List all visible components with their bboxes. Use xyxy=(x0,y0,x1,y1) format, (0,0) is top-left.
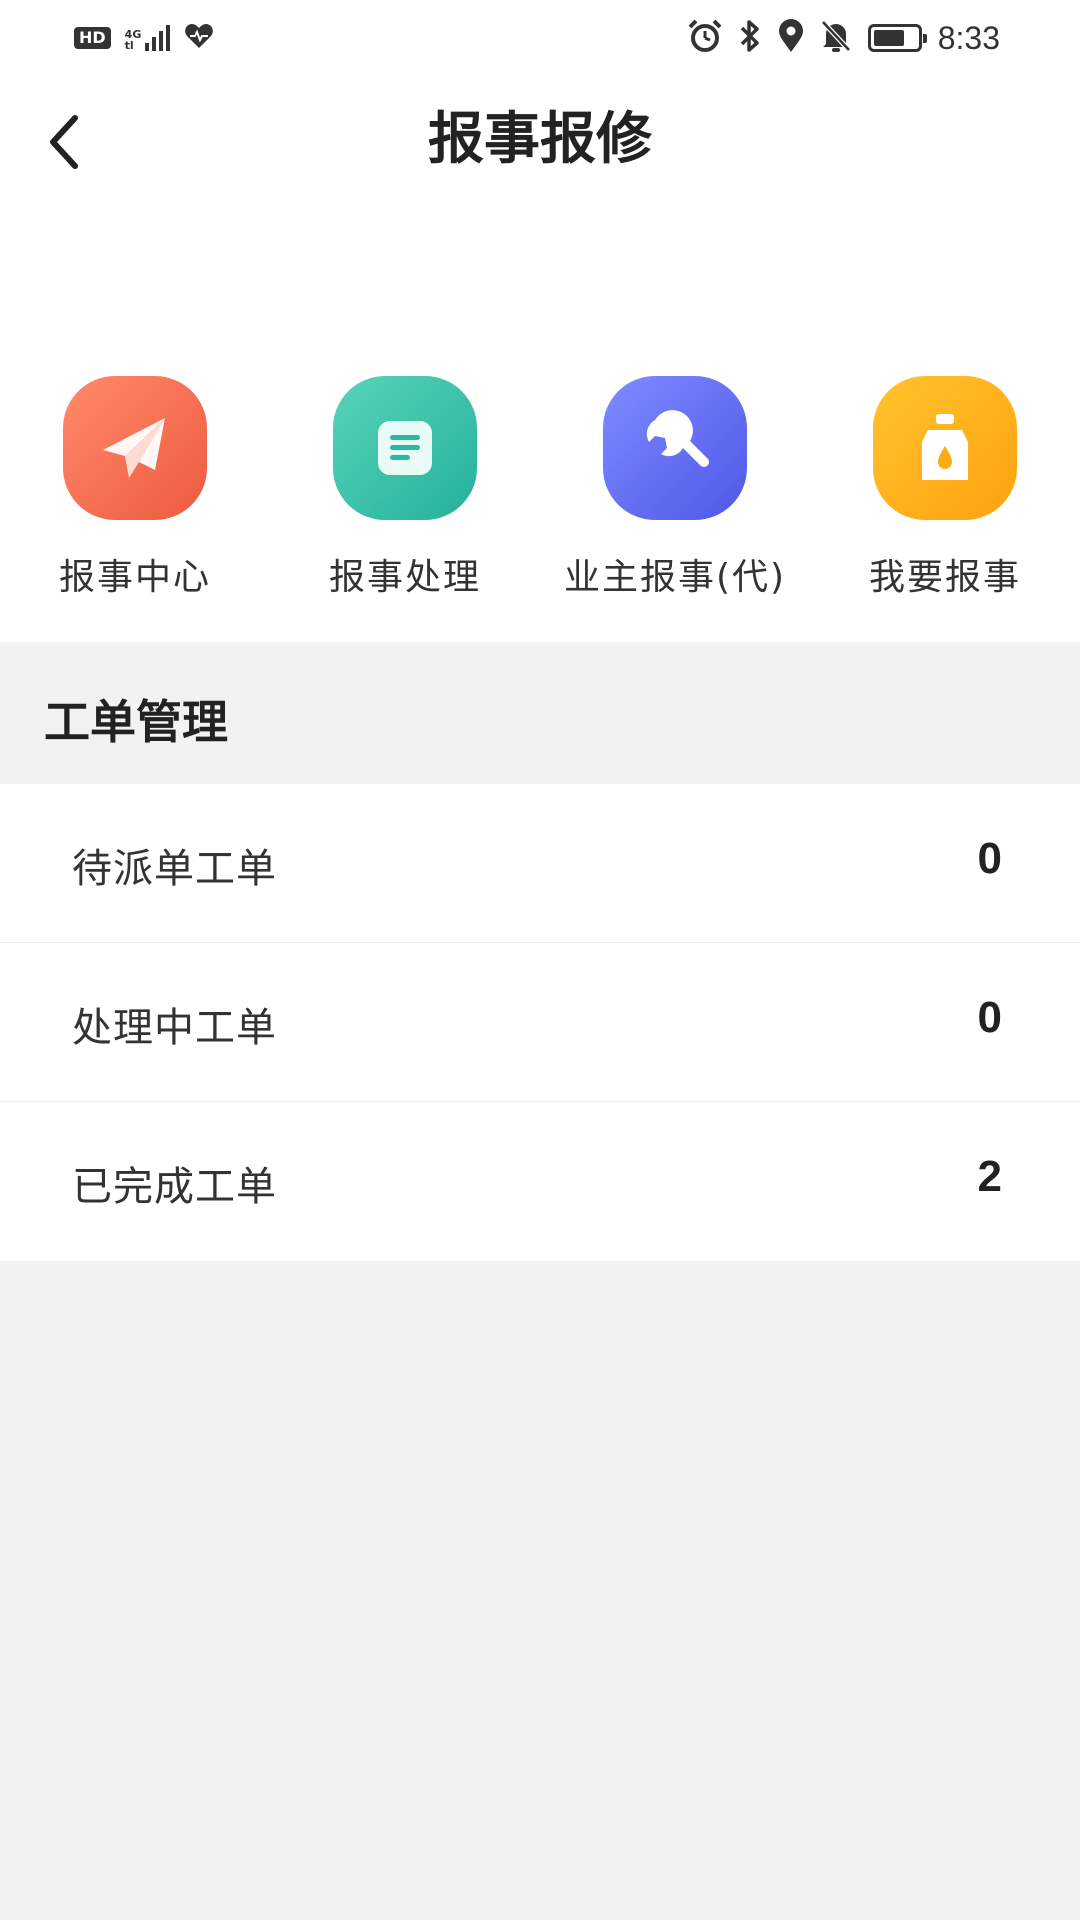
order-label: 已完成工单 xyxy=(72,1164,277,1210)
quick-action-report-handling[interactable]: 报事处理 xyxy=(270,376,540,606)
signal-icon: 4G tl xyxy=(125,25,171,51)
order-row-in-progress[interactable]: 处理中工单 0 xyxy=(0,943,1080,1102)
section-title: 工单管理 xyxy=(44,695,228,749)
order-row-completed[interactable]: 已完成工单 2 xyxy=(0,1102,1080,1261)
battery-icon xyxy=(867,24,927,52)
document-icon xyxy=(333,376,477,520)
order-count: 0 xyxy=(977,834,1002,883)
mute-bell-icon xyxy=(820,19,852,57)
health-heart-icon xyxy=(184,23,214,53)
order-label: 待派单工单 xyxy=(72,846,277,892)
status-right-group: 8:33 xyxy=(688,18,1000,58)
work-order-section-header: 工单管理 xyxy=(0,642,1080,782)
quick-actions: 报事中心 报事处理 业主报事(代) 我要报事 xyxy=(0,212,1080,642)
location-icon xyxy=(778,19,804,57)
quick-action-report-center[interactable]: 报事中心 xyxy=(0,376,270,606)
app-header: 报事报修 xyxy=(0,72,1080,212)
quick-action-submit-report[interactable]: 我要报事 xyxy=(810,376,1080,606)
paper-plane-icon xyxy=(63,376,207,520)
quick-action-label: 业主报事(代) xyxy=(563,557,787,598)
bluetooth-icon xyxy=(738,19,762,57)
order-count: 2 xyxy=(977,1152,1002,1201)
quick-action-label: 我要报事 xyxy=(868,557,1021,598)
status-bar: HD 4G tl 8:33 xyxy=(0,0,1080,72)
quick-action-label: 报事处理 xyxy=(328,557,481,598)
page-title: 报事报修 xyxy=(428,107,652,172)
order-count: 0 xyxy=(977,993,1002,1042)
wrench-icon xyxy=(603,376,747,520)
hd-icon: HD xyxy=(74,27,111,49)
order-row-pending-dispatch[interactable]: 待派单工单 0 xyxy=(0,784,1080,943)
order-label: 处理中工单 xyxy=(72,1005,277,1051)
status-left-group: HD 4G tl xyxy=(74,20,214,56)
alarm-icon xyxy=(688,19,722,57)
work-order-list: 待派单工单 0 处理中工单 0 已完成工单 2 xyxy=(0,784,1080,1261)
status-time: 8:33 xyxy=(937,19,1000,56)
quick-action-label: 报事中心 xyxy=(58,557,211,598)
network-sub-label: tl xyxy=(124,39,134,52)
water-bottle-icon xyxy=(873,376,1017,520)
quick-action-owner-report[interactable]: 业主报事(代) xyxy=(540,376,810,606)
